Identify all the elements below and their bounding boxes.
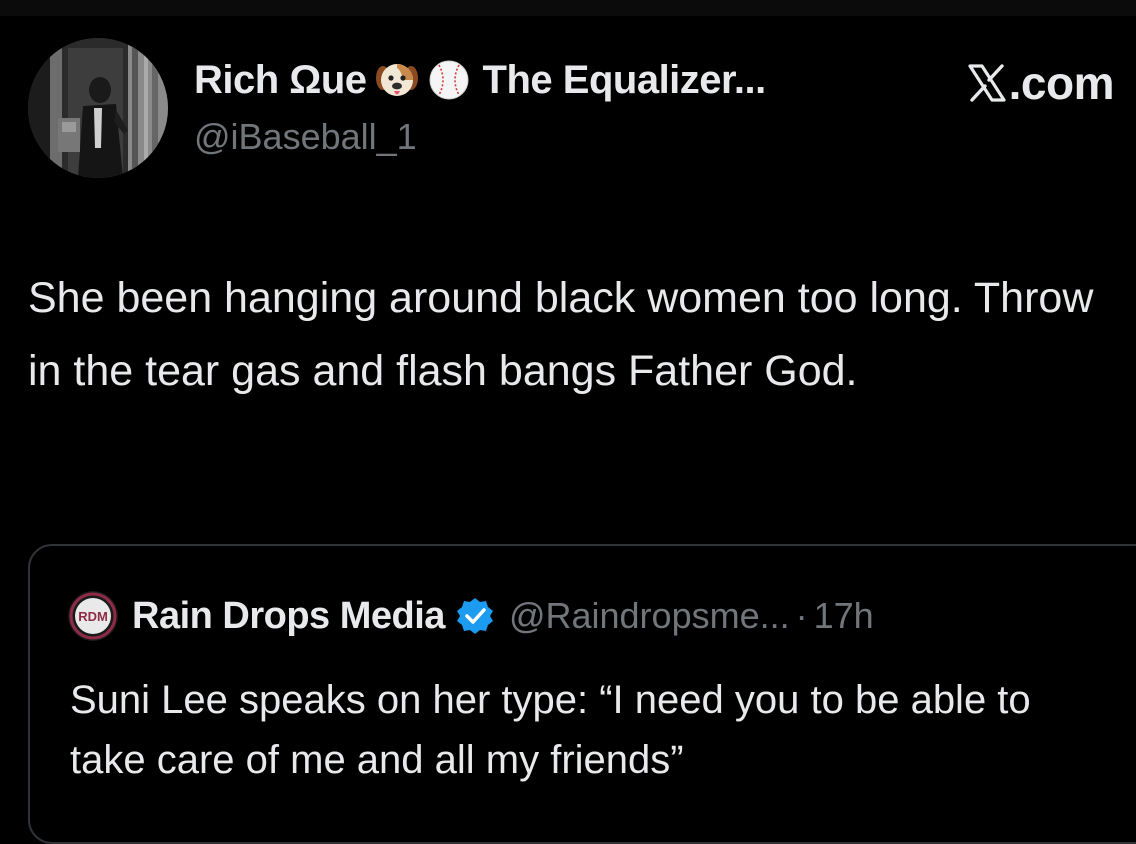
author-avatar[interactable] <box>28 38 168 178</box>
quoted-meta-separator: · <box>795 595 808 636</box>
author-handle[interactable]: @iBaseball_1 <box>194 116 417 158</box>
quoted-author-avatar[interactable]: RDM <box>68 591 118 641</box>
author-avatar-image <box>28 38 168 178</box>
source-label: .com <box>1008 57 1115 109</box>
verified-badge-icon <box>455 596 495 636</box>
author-affiliation[interactable]: The Equalizer... <box>483 58 767 103</box>
quoted-avatar-label: RDM <box>78 609 108 624</box>
source-watermark: .com <box>967 56 1115 110</box>
quoted-post-text: Suni Lee speaks on her type: “I need you… <box>70 678 1031 782</box>
status-strip <box>0 0 1136 16</box>
author-name-row[interactable]: Rich Ωue The Equalizer... <box>194 56 766 104</box>
quoted-post-header: RDM Rain Drops Media @Raindropsme... · 1… <box>68 591 874 641</box>
quoted-author-handle[interactable]: @Raindropsme... <box>509 595 790 637</box>
post-text: She been hanging around black women too … <box>28 274 1094 395</box>
quoted-post-timestamp[interactable]: 17h <box>814 595 874 637</box>
x-logo-icon <box>968 64 1006 102</box>
author-display-name[interactable]: Rich Ωue <box>194 58 367 103</box>
dog-face-emoji-icon <box>375 58 419 102</box>
quoted-author-display-name[interactable]: Rain Drops Media <box>132 595 445 638</box>
quoted-post-card[interactable]: RDM Rain Drops Media @Raindropsme... · 1… <box>28 544 1136 844</box>
baseball-emoji-icon <box>427 58 471 102</box>
post-header: Rich Ωue The Equalizer... @iBaseball_1 .… <box>28 38 1128 183</box>
